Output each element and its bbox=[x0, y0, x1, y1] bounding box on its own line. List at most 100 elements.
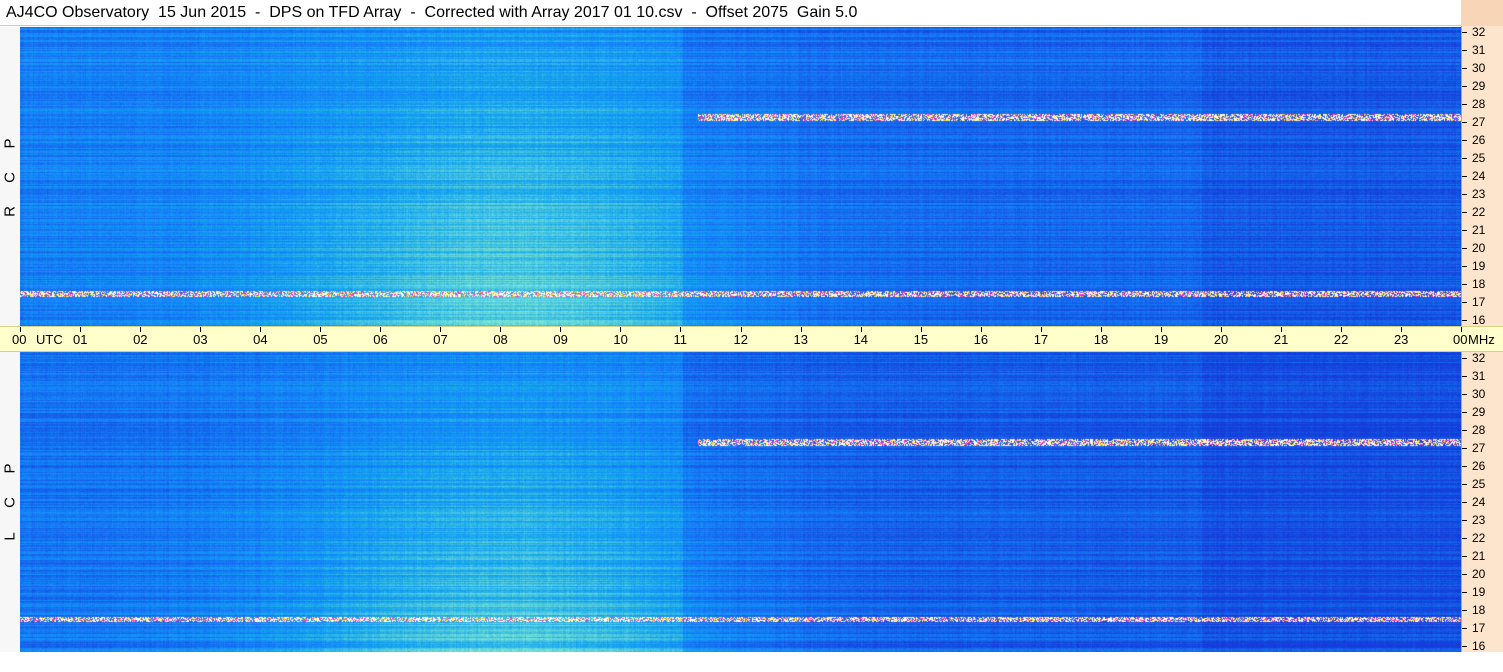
time-tick-label: MHz bbox=[1468, 332, 1495, 347]
time-tick-label: 11 bbox=[673, 332, 687, 347]
time-tick-label: 10 bbox=[613, 332, 628, 347]
time-tick bbox=[1340, 327, 1342, 332]
time-tick bbox=[1461, 327, 1462, 332]
time-tick bbox=[140, 327, 142, 332]
freq-tick bbox=[1462, 556, 1467, 557]
lcp-label-char: P bbox=[1, 463, 19, 474]
freq-tick bbox=[1462, 502, 1467, 503]
freq-tick bbox=[1462, 104, 1467, 105]
time-tick-label: 05 bbox=[313, 332, 328, 347]
freq-tick bbox=[1462, 86, 1467, 87]
time-tick bbox=[680, 327, 682, 332]
freq-tick-label: 30 bbox=[1472, 387, 1486, 401]
time-tick bbox=[380, 327, 382, 332]
freq-tick-label: 28 bbox=[1472, 423, 1486, 437]
freq-tick bbox=[1462, 284, 1467, 285]
time-tick bbox=[800, 327, 802, 332]
freq-tick bbox=[1462, 646, 1467, 647]
time-tick bbox=[560, 327, 562, 332]
freq-tick bbox=[1462, 158, 1467, 159]
freq-tick-label: 29 bbox=[1472, 79, 1486, 93]
freq-tick-label: 28 bbox=[1472, 97, 1486, 111]
freq-tick bbox=[1462, 212, 1467, 213]
time-tick-label: 15 bbox=[913, 332, 929, 347]
time-tick-label: 09 bbox=[553, 332, 568, 347]
freq-tick bbox=[1462, 376, 1467, 377]
freq-tick bbox=[1462, 394, 1467, 395]
time-tick bbox=[200, 327, 202, 332]
time-tick-label: 06 bbox=[373, 332, 388, 347]
time-tick-label: 16 bbox=[973, 332, 989, 347]
freq-tick-label: 27 bbox=[1472, 441, 1486, 455]
freq-tick-label: 26 bbox=[1472, 133, 1486, 147]
freq-tick-label: 16 bbox=[1472, 313, 1486, 327]
lcp-label-char: C bbox=[1, 497, 19, 508]
time-tick-label: 17 bbox=[1033, 332, 1049, 347]
freq-tick-label: 20 bbox=[1472, 241, 1486, 255]
freq-tick bbox=[1462, 628, 1467, 629]
time-tick bbox=[860, 327, 862, 332]
rcp-spectrogram-canvas[interactable] bbox=[20, 27, 1461, 326]
freq-tick bbox=[1462, 266, 1467, 267]
freq-tick bbox=[1462, 176, 1467, 177]
freq-tick-label: 32 bbox=[1472, 351, 1486, 365]
freq-tick bbox=[1462, 412, 1467, 413]
freq-tick bbox=[1462, 194, 1467, 195]
time-tick-label: 14 bbox=[853, 332, 869, 347]
freq-tick bbox=[1462, 610, 1467, 611]
time-tick-label: 01 bbox=[73, 332, 88, 347]
freq-tick bbox=[1462, 430, 1467, 431]
window-title: AJ4CO Observatory 15 Jun 2015 - DPS on T… bbox=[0, 0, 1461, 26]
time-tick-label: 08 bbox=[493, 332, 508, 347]
lcp-spectrogram-canvas[interactable] bbox=[20, 352, 1461, 652]
time-axis: 00 UTC 01 02 03 04 05 06 07 08 09 10 11 12 13 14 15 16 17 1… bbox=[0, 326, 1503, 352]
time-tick-label: 04 bbox=[253, 332, 268, 347]
freq-tick bbox=[1462, 358, 1467, 359]
rcp-label-char: C bbox=[1, 172, 19, 183]
freq-tick bbox=[1462, 520, 1467, 521]
freq-tick bbox=[1462, 140, 1467, 141]
freq-tick-label: 29 bbox=[1472, 405, 1486, 419]
time-tick-label: 19 bbox=[1153, 332, 1169, 347]
time-tick bbox=[20, 327, 21, 332]
freq-tick-label: 22 bbox=[1472, 205, 1486, 219]
time-tick-label: 07 bbox=[433, 332, 448, 347]
freq-tick-label: 31 bbox=[1472, 43, 1486, 57]
freq-tick bbox=[1462, 50, 1467, 51]
corner-strip bbox=[1461, 0, 1503, 26]
lcp-spectrogram[interactable] bbox=[20, 352, 1461, 652]
freq-tick-label: 21 bbox=[1472, 549, 1486, 563]
time-tick-label: 22 bbox=[1333, 332, 1349, 347]
freq-tick-label: 25 bbox=[1472, 477, 1486, 491]
freq-tick-label: 21 bbox=[1472, 223, 1486, 237]
time-tick-label: 18 bbox=[1093, 332, 1109, 347]
time-tick bbox=[500, 327, 502, 332]
freq-tick-label: 30 bbox=[1472, 61, 1486, 75]
time-tick bbox=[1220, 327, 1222, 332]
time-tick bbox=[1400, 327, 1402, 332]
rcp-frequency-axis: 32 31 30 29 28 27 26 25 24 23 22 21 20 19 18 17 16 bbox=[1461, 25, 1503, 327]
freq-tick bbox=[1462, 592, 1467, 593]
freq-tick bbox=[1462, 484, 1467, 485]
freq-tick-label: 23 bbox=[1472, 513, 1486, 527]
rcp-label-char: P bbox=[1, 138, 19, 149]
freq-tick-label: 17 bbox=[1472, 295, 1486, 309]
time-tick bbox=[980, 327, 982, 332]
freq-tick-label: 19 bbox=[1472, 259, 1486, 273]
time-tick-label: 12 bbox=[733, 332, 748, 347]
time-tick bbox=[1100, 327, 1102, 332]
time-tick bbox=[620, 327, 622, 332]
rcp-spectrogram[interactable] bbox=[20, 27, 1461, 326]
freq-tick bbox=[1462, 448, 1467, 449]
freq-tick bbox=[1462, 32, 1467, 33]
freq-tick-label: 24 bbox=[1472, 495, 1486, 509]
time-tick-label: 00 bbox=[12, 332, 27, 347]
time-tick bbox=[320, 327, 322, 332]
freq-tick-label: 23 bbox=[1472, 187, 1486, 201]
time-tick bbox=[1280, 327, 1282, 332]
lcp-frequency-axis: 32 31 30 29 28 27 26 25 24 23 22 21 20 19 18 17 16 bbox=[1461, 351, 1503, 653]
time-tick-label: 02 bbox=[133, 332, 148, 347]
lcp-label-char: L bbox=[1, 532, 19, 541]
freq-tick-label: 26 bbox=[1472, 459, 1486, 473]
freq-tick-label: 27 bbox=[1472, 115, 1486, 129]
